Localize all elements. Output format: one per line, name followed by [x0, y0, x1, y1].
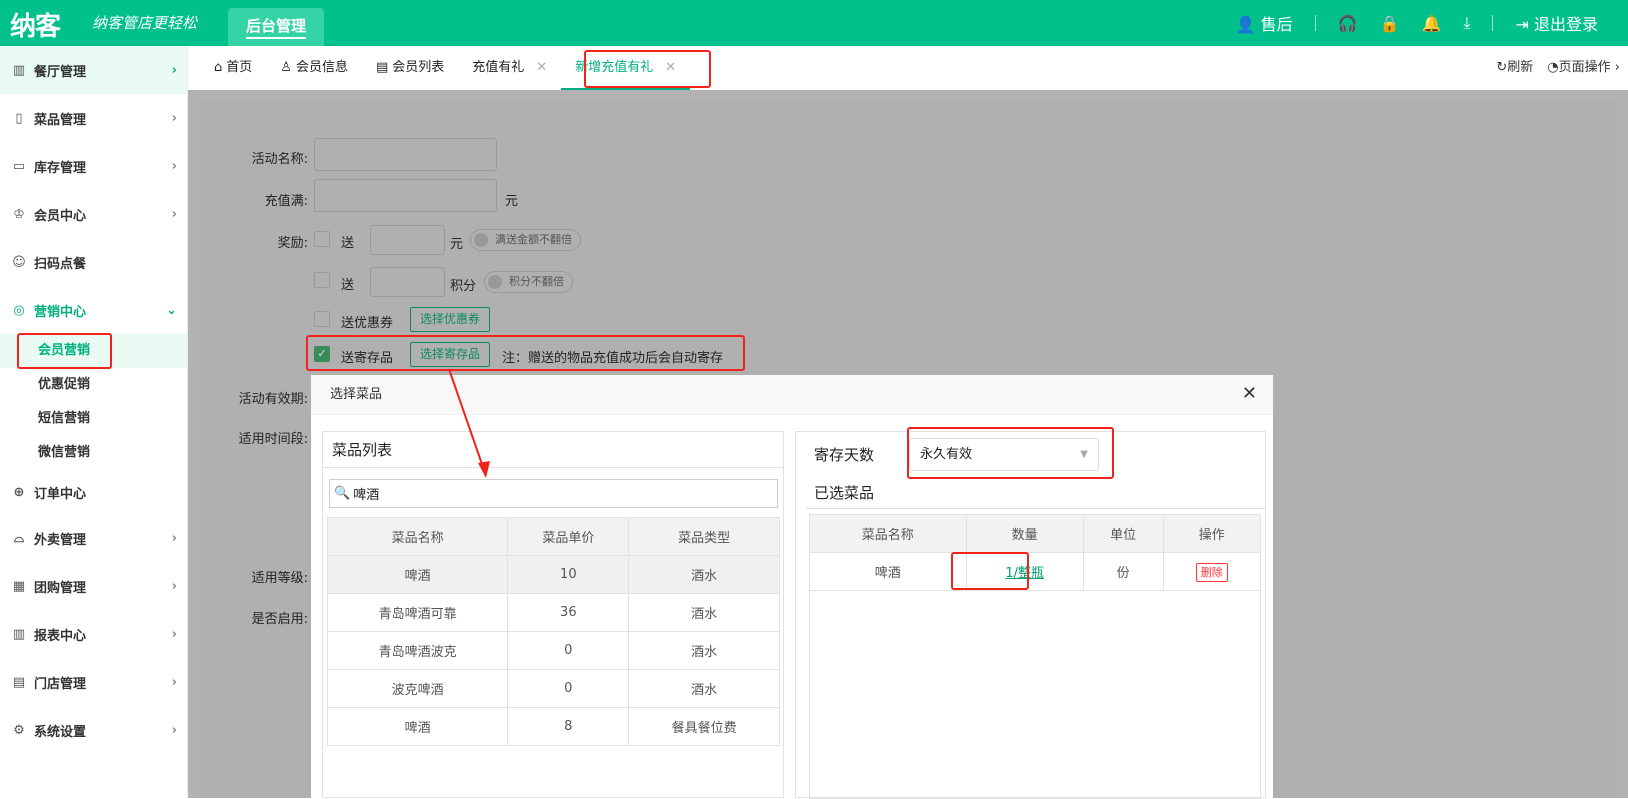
annotation-arrow — [448, 368, 490, 478]
